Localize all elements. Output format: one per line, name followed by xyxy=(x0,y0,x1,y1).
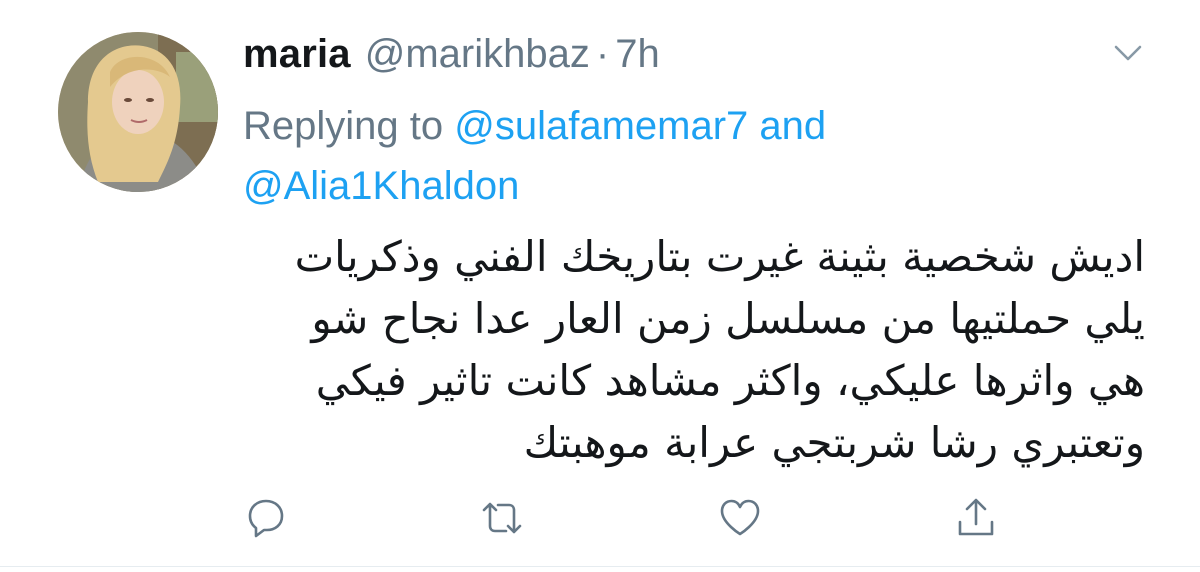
separator-dot: · xyxy=(595,32,610,76)
tweet-actions xyxy=(240,492,1000,544)
divider xyxy=(0,566,1200,567)
tweet-text-line: يلي حملتيها من مسلسل زمن العار عدا نجاح … xyxy=(311,294,1145,343)
reply-icon xyxy=(248,499,284,538)
user-handle[interactable]: @marikhbaz xyxy=(365,32,590,77)
avatar[interactable] xyxy=(58,32,218,192)
share-icon xyxy=(958,498,994,536)
mention-link-1[interactable]: @sulafamemar7 xyxy=(454,104,748,148)
chevron-down-icon[interactable] xyxy=(1108,38,1148,68)
replying-prefix: Replying to xyxy=(243,104,444,148)
tweet-text-line: اديش شخصية بثينة غيرت بتاريخك الفني وذكر… xyxy=(294,232,1145,281)
replying-to: Replying to @sulafamemar7 and @Alia1Khal… xyxy=(243,96,943,216)
heart-icon xyxy=(720,499,760,536)
mention-link-2[interactable]: @Alia1Khaldon xyxy=(243,164,519,208)
like-button[interactable] xyxy=(714,492,766,544)
display-name[interactable]: maria xyxy=(243,32,351,77)
tweet-card[interactable]: maria @marikhbaz · 7h Replying to @sulaf… xyxy=(0,0,1200,572)
tweet-text: اديش شخصية بثينة غيرت بتاريخك الفني وذكر… xyxy=(243,226,1145,474)
retweet-icon xyxy=(482,502,522,534)
reply-button[interactable] xyxy=(240,492,292,544)
mention-conjunction[interactable]: and xyxy=(759,104,826,148)
retweet-button[interactable] xyxy=(476,492,528,544)
tweet-header: maria @marikhbaz · 7h xyxy=(243,32,660,82)
tweet-text-line: هي واثرها عليكي، واكثر مشاهد كانت تاثير … xyxy=(315,356,1145,405)
share-button[interactable] xyxy=(950,492,1002,544)
tweet-text-line: وتعتبري رشا شربتجي عرابة موهبتك xyxy=(523,418,1145,467)
avatar-image xyxy=(58,32,218,192)
timestamp[interactable]: 7h xyxy=(615,32,660,77)
